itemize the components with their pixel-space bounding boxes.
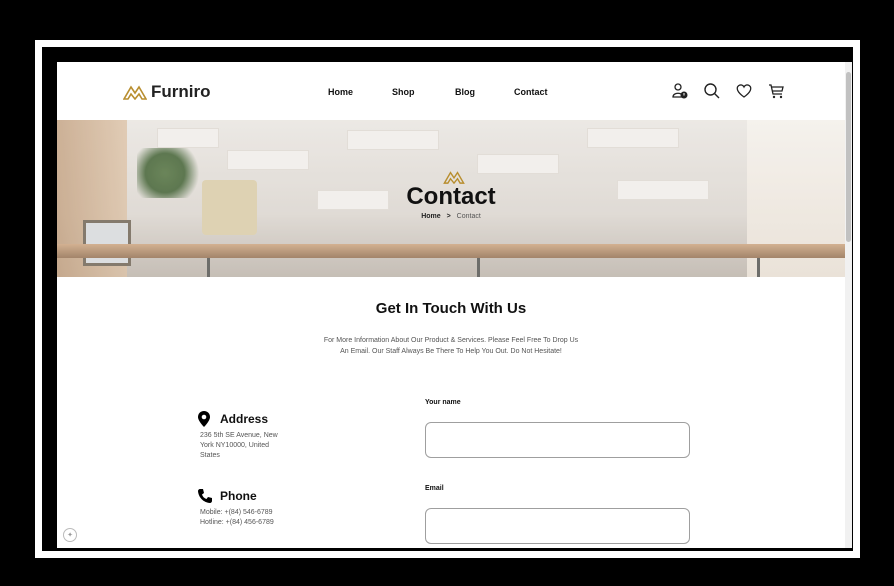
section-description: For More Information About Our Product &… xyxy=(277,335,625,357)
phone-title-wrap: Phone xyxy=(220,489,257,503)
address-line: York NY10000, United xyxy=(200,442,270,449)
address-title-wrap: Address xyxy=(220,412,268,426)
nav-shop[interactable]: Shop xyxy=(392,87,415,97)
address-text: 236 5th SE Avenue, New York NY10000, Uni… xyxy=(200,431,320,461)
location-pin-icon xyxy=(198,411,210,427)
hero-logo-mark-icon xyxy=(443,171,465,184)
phone-hotline: Hotline: +(84) 456-6789 xyxy=(200,519,274,526)
phone-mobile: Mobile: +(84) 546-6789 xyxy=(200,509,273,516)
name-input[interactable] xyxy=(425,422,690,458)
breadcrumb-separator-icon: > xyxy=(446,213,451,220)
email-label: Email xyxy=(425,485,444,492)
phone-text: Mobile: +(84) 546-6789 Hotline: +(84) 45… xyxy=(200,508,340,528)
address-title: Address xyxy=(220,412,269,426)
breadcrumb: Home > Contact xyxy=(57,213,845,220)
nav-contact[interactable]: Contact xyxy=(514,87,548,97)
email-input[interactable] xyxy=(425,508,690,544)
scrollbar-thumb[interactable] xyxy=(846,72,851,242)
section-description-line: An Email. Our Staff Always Be There To H… xyxy=(340,348,562,355)
page-title: Contact xyxy=(406,183,496,210)
cart-icon[interactable] xyxy=(765,80,787,102)
header-icons xyxy=(669,80,787,102)
address-line: States xyxy=(200,452,220,459)
nav-home[interactable]: Home xyxy=(328,87,353,97)
account-alert-icon[interactable] xyxy=(669,80,691,102)
search-icon[interactable] xyxy=(701,80,723,102)
breadcrumb-current: Contact xyxy=(456,213,481,220)
section-description-line: For More Information About Our Product &… xyxy=(323,337,579,344)
browser-viewport: Furniro Home Shop Blog Contact Contact H… xyxy=(57,62,852,548)
breadcrumb-home[interactable]: Home xyxy=(421,213,440,220)
site-header: Furniro Home Shop Blog Contact xyxy=(57,62,845,120)
logo-mark-icon xyxy=(123,85,147,100)
nav-blog[interactable]: Blog xyxy=(455,87,475,97)
name-label: Your name xyxy=(425,399,461,406)
accessibility-widget-icon[interactable]: ✦ xyxy=(63,528,77,542)
brand-name: Furniro xyxy=(151,82,211,101)
phone-title: Phone xyxy=(220,489,257,503)
phone-icon xyxy=(198,489,212,503)
page-scrollbar[interactable] xyxy=(845,62,852,548)
brand-logo[interactable]: Furniro xyxy=(123,82,211,102)
section-title: Get In Touch With Us xyxy=(375,300,527,317)
address-line: 236 5th SE Avenue, New xyxy=(200,432,278,439)
heart-icon[interactable] xyxy=(733,80,755,102)
